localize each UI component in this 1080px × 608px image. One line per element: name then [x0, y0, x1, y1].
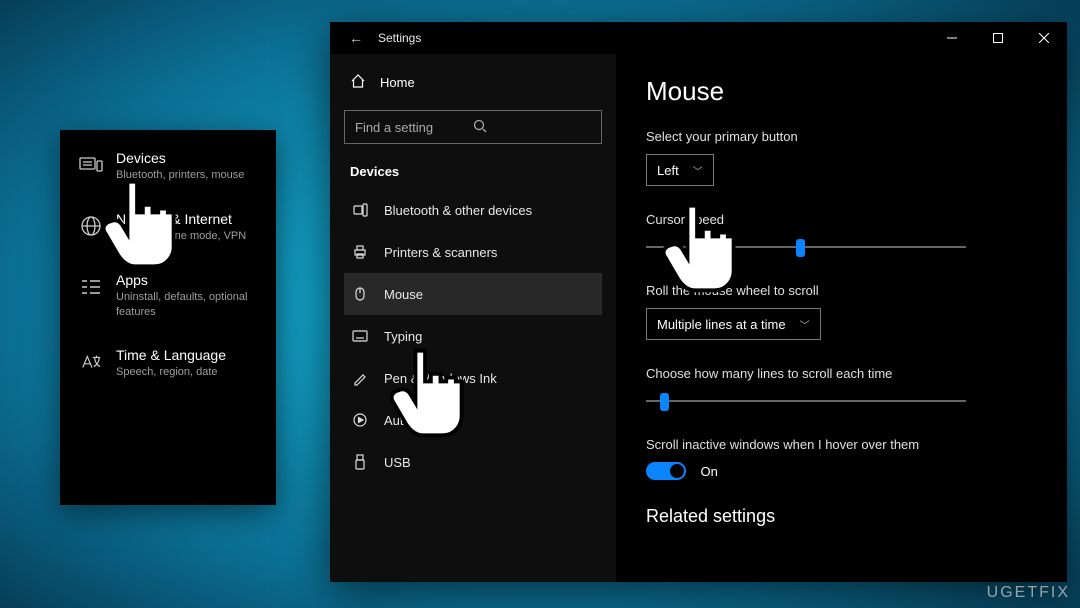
sidebar-section-label: Devices	[350, 164, 602, 179]
cursor-speed-slider[interactable]	[646, 237, 966, 257]
nav-pen[interactable]: Pen & Windows Ink	[344, 357, 602, 399]
bluetooth-devices-icon	[350, 202, 370, 218]
primary-button-dropdown[interactable]: Left ﹀	[646, 154, 714, 186]
related-settings-heading: Related settings	[646, 506, 1041, 527]
window-title: Settings	[378, 31, 421, 45]
apps-list-icon	[78, 274, 104, 300]
nav-home-label: Home	[380, 75, 415, 90]
hover-scroll-toggle[interactable]	[646, 462, 686, 480]
nav-label: USB	[384, 455, 411, 470]
chevron-down-icon: ﹀	[693, 163, 703, 178]
pen-icon	[350, 370, 370, 386]
tile-subtitle: Bluetooth, printers, mouse	[116, 168, 244, 183]
usb-icon	[350, 454, 370, 470]
tile-item-devices[interactable]: Devices Bluetooth, printers, mouse	[78, 150, 258, 183]
maximize-button[interactable]	[975, 22, 1021, 54]
slider-track	[646, 246, 966, 248]
page-heading: Mouse	[646, 76, 1041, 107]
tile-subtitle: Uninstall, defaults, optional features	[116, 290, 258, 320]
slider-track	[646, 400, 966, 402]
content-panel: Mouse Select your primary button Left ﹀ …	[616, 54, 1067, 582]
minimize-button[interactable]	[929, 22, 975, 54]
watermark: UGETFIX	[987, 584, 1070, 602]
home-icon	[350, 73, 366, 92]
nav-printers[interactable]: Printers & scanners	[344, 231, 602, 273]
mouse-icon	[350, 286, 370, 302]
caption-buttons	[929, 22, 1067, 54]
nav-label: Pen & Windows Ink	[384, 371, 497, 386]
settings-window: ← Settings Home Find a setting Devices	[330, 22, 1067, 582]
tile-item-network[interactable]: Network & Internet Wi-Fi, airplane mode,…	[78, 211, 258, 244]
roll-wheel-value: Multiple lines at a time	[657, 317, 786, 332]
nav-label: AutoPlay	[384, 413, 436, 428]
primary-button-label: Select your primary button	[646, 129, 1041, 144]
tile-item-apps[interactable]: Apps Uninstall, defaults, optional featu…	[78, 272, 258, 320]
nav-bluetooth[interactable]: Bluetooth & other devices	[344, 189, 602, 231]
tile-item-time-language[interactable]: Time & Language Speech, region, date	[78, 347, 258, 380]
nav-label: Typing	[384, 329, 422, 344]
lines-to-scroll-slider[interactable]	[646, 391, 966, 411]
hover-scroll-label: Scroll inactive windows when I hover ove…	[646, 437, 1041, 452]
nav-label: Printers & scanners	[384, 245, 497, 260]
tile-title: Time & Language	[116, 347, 226, 363]
search-icon	[473, 119, 591, 136]
nav-typing[interactable]: Typing	[344, 315, 602, 357]
keyboard-icon	[78, 152, 104, 178]
slider-thumb[interactable]	[796, 239, 805, 257]
sidebar-nav: Bluetooth & other devices Printers & sca…	[344, 189, 602, 483]
tile-subtitle: Wi-Fi, airplane mode, VPN	[116, 229, 246, 244]
back-button[interactable]: ←	[342, 30, 370, 46]
nav-mouse[interactable]: Mouse	[344, 273, 602, 315]
chevron-down-icon: ﹀	[800, 317, 810, 332]
keyboard-icon	[350, 330, 370, 342]
search-placeholder: Find a setting	[355, 120, 473, 135]
tile-subtitle: Speech, region, date	[116, 365, 226, 380]
language-icon	[78, 349, 104, 375]
primary-button-value: Left	[657, 163, 679, 178]
search-input[interactable]: Find a setting	[344, 110, 602, 144]
lines-to-scroll-label: Choose how many lines to scroll each tim…	[646, 366, 1041, 381]
tile-title: Apps	[116, 272, 258, 288]
tile-title: Network & Internet	[116, 211, 246, 227]
cursor-speed-label: Cursor speed	[646, 212, 1041, 227]
nav-home[interactable]: Home	[344, 62, 602, 102]
tile-title: Devices	[116, 150, 244, 166]
hover-scroll-value: On	[700, 464, 717, 479]
globe-icon	[78, 213, 104, 239]
autoplay-icon	[350, 412, 370, 428]
nav-label: Bluetooth & other devices	[384, 203, 532, 218]
roll-wheel-label: Roll the mouse wheel to scroll	[646, 283, 1041, 298]
close-button[interactable]	[1021, 22, 1067, 54]
printer-icon	[350, 244, 370, 260]
roll-wheel-dropdown[interactable]: Multiple lines at a time ﹀	[646, 308, 821, 340]
titlebar[interactable]: ← Settings	[330, 22, 1067, 54]
nav-autoplay[interactable]: AutoPlay	[344, 399, 602, 441]
sidebar: Home Find a setting Devices Bluetooth & …	[330, 54, 616, 582]
settings-category-tile: Devices Bluetooth, printers, mouse Netwo…	[60, 130, 276, 505]
nav-usb[interactable]: USB	[344, 441, 602, 483]
nav-label: Mouse	[384, 287, 423, 302]
slider-thumb[interactable]	[660, 393, 669, 411]
